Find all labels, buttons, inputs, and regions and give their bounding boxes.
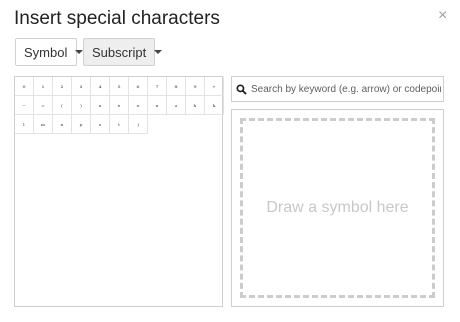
character-grid-panel: ₀ ₁ ₂ ₃ ₄ ₅ ₆ ₇ ₈ ₉ ₊ ₋ ₌ ₍ ₎ ₐ ₑ ₒ ₓ ₔ ₕ ₖ ₗ ₘ ₙ ₚ ₛ ₜ ⱼ xyxy=(14,76,224,307)
character-cell[interactable]: ₌ xyxy=(34,96,53,115)
character-cell[interactable]: ₀ xyxy=(15,77,34,96)
character-cell[interactable]: ₕ xyxy=(186,96,205,115)
category-dropdown[interactable]: Symbol xyxy=(15,38,84,66)
character-cell[interactable]: ₈ xyxy=(167,77,186,96)
search-input[interactable] xyxy=(251,83,441,95)
close-icon[interactable]: × xyxy=(438,6,447,26)
character-cell[interactable]: ₐ xyxy=(91,96,110,115)
character-cell[interactable]: ₉ xyxy=(186,77,205,96)
character-cell[interactable]: ₚ xyxy=(72,115,91,134)
character-cell[interactable]: ₇ xyxy=(148,77,167,96)
search-box[interactable] xyxy=(231,76,444,102)
character-cell[interactable]: ₗ xyxy=(15,115,34,134)
draw-canvas[interactable]: Draw a symbol here xyxy=(240,118,435,298)
character-cell[interactable]: ₃ xyxy=(72,77,91,96)
character-cell[interactable]: ₖ xyxy=(205,96,224,115)
subcategory-dropdown-label: Subscript xyxy=(92,44,147,60)
draw-hint: Draw a symbol here xyxy=(266,199,409,216)
character-cell[interactable]: ₎ xyxy=(72,96,91,115)
character-cell[interactable]: ₓ xyxy=(148,96,167,115)
character-cell[interactable]: ₘ xyxy=(34,115,53,134)
chevron-down-icon xyxy=(154,50,163,54)
character-cell[interactable]: ₆ xyxy=(129,77,148,96)
dialog-title: Insert special characters xyxy=(14,8,220,29)
subcategory-dropdown[interactable]: Subscript xyxy=(83,38,163,66)
character-cell[interactable]: ₜ xyxy=(110,115,129,134)
character-grid: ₀ ₁ ₂ ₃ ₄ ₅ ₆ ₇ ₈ ₉ ₊ ₋ ₌ ₍ ₎ ₐ ₑ ₒ ₓ ₔ ₕ ₖ ₗ ₘ ₙ ₚ ₛ ₜ ⱼ xyxy=(15,77,224,134)
character-cell[interactable]: ₔ xyxy=(167,96,186,115)
character-cell[interactable]: ₅ xyxy=(110,77,129,96)
character-cell[interactable]: ₂ xyxy=(53,77,72,96)
category-dropdown-label: Symbol xyxy=(24,44,68,60)
draw-panel: Draw a symbol here xyxy=(231,109,444,307)
character-cell[interactable]: ₍ xyxy=(53,96,72,115)
character-cell[interactable]: ₑ xyxy=(110,96,129,115)
character-cell[interactable]: ₛ xyxy=(91,115,110,134)
character-cell[interactable]: ⱼ xyxy=(129,115,148,134)
search-icon xyxy=(236,83,247,95)
character-cell[interactable]: ₙ xyxy=(53,115,72,134)
character-cell[interactable]: ₊ xyxy=(205,77,224,96)
character-cell[interactable]: ₋ xyxy=(15,96,34,115)
character-cell[interactable]: ₒ xyxy=(129,96,148,115)
character-cell[interactable]: ₄ xyxy=(91,77,110,96)
character-cell[interactable]: ₁ xyxy=(34,77,53,96)
